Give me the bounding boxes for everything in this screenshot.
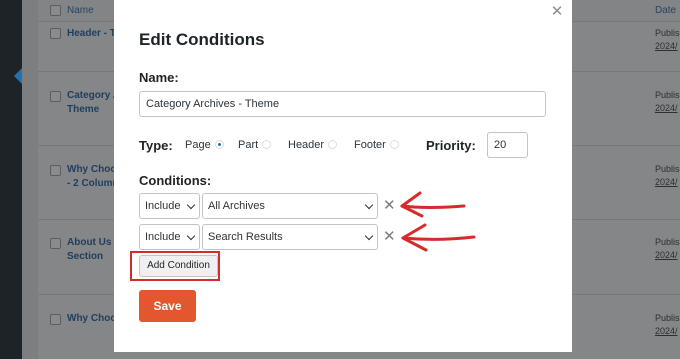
annotation-arrow-icon [401, 235, 476, 241]
annotation-arrows [400, 191, 476, 252]
annotation-arrow-icon [400, 204, 466, 209]
annotation-arrow-icon [400, 191, 424, 218]
